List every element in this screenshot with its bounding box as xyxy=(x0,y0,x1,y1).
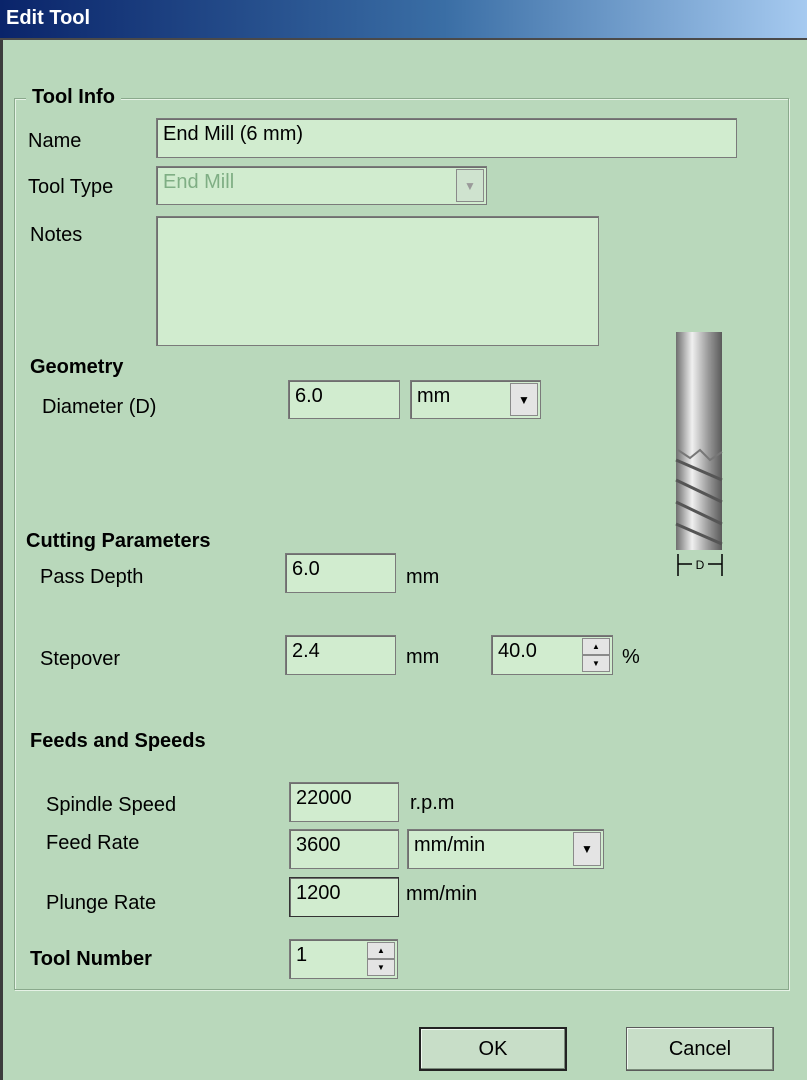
tool-type-select[interactable]: End Mill ▼ xyxy=(156,166,487,205)
arrow-up-icon[interactable]: ▲ xyxy=(582,638,610,655)
plunge-rate-unit: mm/min xyxy=(406,883,478,905)
pass-depth-label: Pass Depth xyxy=(40,566,144,588)
dimension-label: D xyxy=(696,558,705,572)
stepover-percent-value: 40.0 xyxy=(498,640,537,662)
tool-number-spinner[interactable]: ▲ ▼ xyxy=(367,942,395,976)
tool-number-spinbox[interactable]: 1 ▲ ▼ xyxy=(289,939,398,979)
arrow-down-icon[interactable]: ▼ xyxy=(367,959,395,976)
window-title: Edit Tool xyxy=(6,7,91,29)
feed-rate-input[interactable]: 3600 xyxy=(289,829,399,869)
arrow-up-icon[interactable]: ▲ xyxy=(367,942,395,959)
diameter-units-value: mm xyxy=(417,385,451,407)
notes-textarea[interactable] xyxy=(156,216,599,346)
end-mill-diagram: D xyxy=(675,332,723,576)
feeds-speeds-heading: Feeds and Speeds xyxy=(30,730,206,752)
feed-rate-label: Feed Rate xyxy=(46,832,140,854)
stepover-percent-spinbox[interactable]: 40.0 ▲ ▼ xyxy=(491,635,613,675)
stepover-input[interactable]: 2.4 xyxy=(285,635,396,675)
tool-type-label: Tool Type xyxy=(28,176,114,198)
plunge-rate-input[interactable]: 1200 xyxy=(289,877,399,917)
spindle-speed-input[interactable]: 22000 xyxy=(289,782,399,822)
tool-info-legend: Tool Info xyxy=(26,86,121,109)
tool-type-value: End Mill xyxy=(163,171,235,193)
title-bar[interactable]: Edit Tool xyxy=(0,0,807,40)
tool-number-value: 1 xyxy=(296,944,308,966)
pass-depth-input[interactable]: 6.0 xyxy=(285,553,396,593)
chevron-down-icon[interactable]: ▼ xyxy=(510,383,538,416)
cancel-button[interactable]: Cancel xyxy=(626,1027,774,1071)
feed-rate-units-select[interactable]: mm/min ▼ xyxy=(407,829,604,869)
name-label: Name xyxy=(28,130,82,152)
feed-rate-units-value: mm/min xyxy=(414,834,486,856)
notes-label: Notes xyxy=(30,224,83,246)
stepover-unit: mm xyxy=(406,646,440,668)
window-border xyxy=(0,40,3,1080)
ok-button[interactable]: OK xyxy=(419,1027,567,1071)
chevron-down-icon[interactable]: ▼ xyxy=(573,832,601,866)
cutting-parameters-heading: Cutting Parameters xyxy=(26,530,211,552)
diameter-label: Diameter (D) xyxy=(42,396,157,418)
geometry-heading: Geometry xyxy=(30,356,124,378)
plunge-rate-label: Plunge Rate xyxy=(46,892,157,914)
percent-symbol: % xyxy=(622,646,640,668)
spindle-speed-unit: r.p.m xyxy=(410,792,455,814)
chevron-down-icon[interactable]: ▼ xyxy=(456,169,484,202)
pass-depth-unit: mm xyxy=(406,566,440,588)
arrow-down-icon[interactable]: ▼ xyxy=(582,655,610,672)
spindle-speed-label: Spindle Speed xyxy=(46,794,177,816)
name-input[interactable]: End Mill (6 mm) xyxy=(156,118,737,158)
tool-shank xyxy=(676,332,722,452)
stepover-label: Stepover xyxy=(40,648,121,670)
diameter-units-select[interactable]: mm ▼ xyxy=(410,380,541,419)
stepover-percent-spinner[interactable]: ▲ ▼ xyxy=(582,638,610,672)
tool-number-label: Tool Number xyxy=(30,948,152,970)
diameter-input[interactable]: 6.0 xyxy=(288,380,400,419)
